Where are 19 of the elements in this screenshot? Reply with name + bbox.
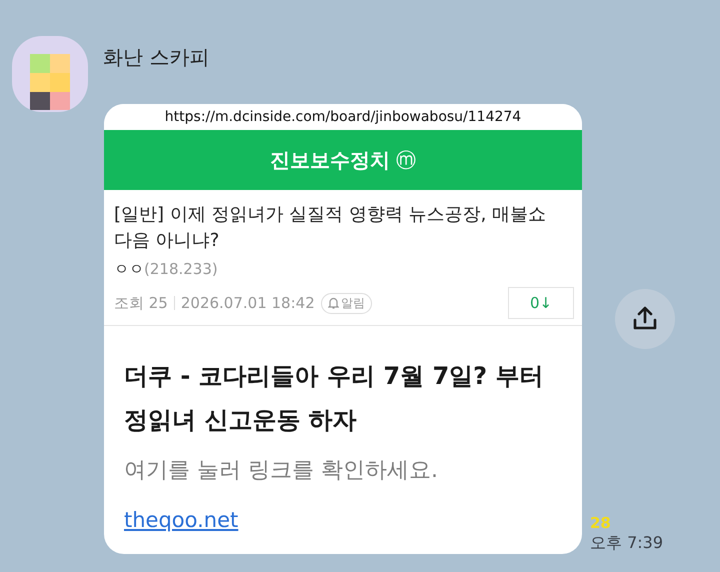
link-domain[interactable]: theqoo.net — [124, 506, 238, 534]
board-mark-symbol: ⓜ — [396, 146, 416, 174]
post-title: [일반] 이제 정읽녀가 실질적 영향력 뉴스공장, 매불쇼 다음 아니냐? — [114, 203, 548, 253]
link-title: 더쿠 - 코다리들아 우리 7월 7일? 부터 정읽녀 신고운동 하자 — [124, 361, 544, 436]
link-preview-card[interactable] — [104, 104, 582, 554]
bell-icon — [328, 297, 339, 309]
view-count: 조회 25 — [114, 294, 168, 312]
alert-button[interactable]: 알림 — [320, 292, 372, 314]
message-time: 오후 7:39 — [590, 532, 664, 554]
unread-count: 28 — [590, 514, 612, 532]
author-ip: (218.233) — [144, 260, 218, 279]
author-name: ㅇㅇ — [114, 260, 144, 279]
page-url: https://m.dcinside.com/board/jinbowabosu/114274 — [164, 108, 522, 127]
post-date: 2026.07.01 18:42 — [180, 294, 315, 312]
downvote-button[interactable]: 0↓ — [508, 287, 574, 319]
board-name: 진보보수정치 — [270, 146, 390, 174]
link-description: 여기를 눌러 링크를 확인하세요. — [124, 457, 439, 485]
sender-name: 화난 스카피 — [103, 44, 210, 70]
avatar-icon[interactable] — [12, 36, 88, 112]
